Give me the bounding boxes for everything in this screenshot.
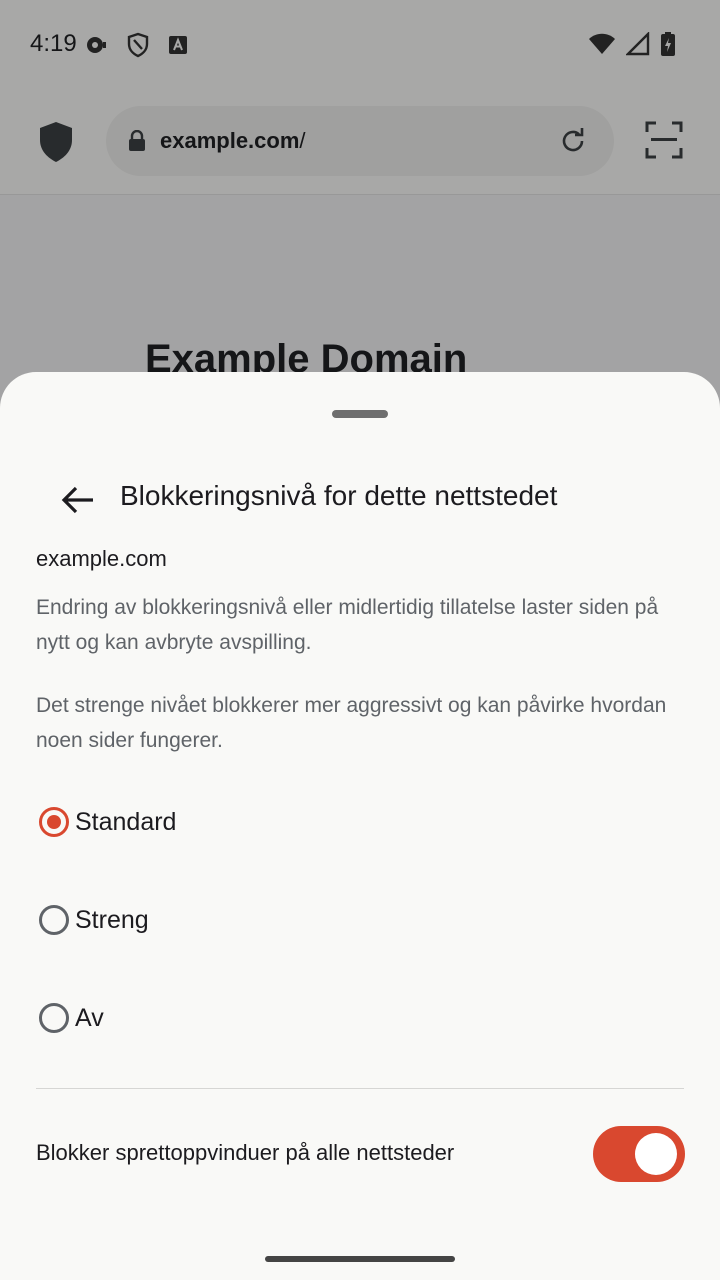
popup-block-toggle[interactable] [593,1126,685,1182]
radio-label-standard: Standard [75,807,177,836]
gesture-nav-bar[interactable] [265,1256,455,1262]
radio-button-checked[interactable] [39,807,69,837]
popup-block-label: Blokker sprettoppvinduer på alle nettste… [36,1140,455,1165]
divider [36,1088,684,1089]
back-button[interactable] [56,478,100,522]
drag-handle[interactable] [332,410,388,418]
radio-label-streng: Streng [75,905,149,934]
sheet-title: Blokkeringsnivå for dette nettstedet [120,480,558,511]
radio-option-streng[interactable]: Streng [36,890,676,950]
radio-option-standard[interactable]: Standard [36,792,676,852]
radio-button[interactable] [39,905,69,935]
site-name: example.com [36,546,167,571]
radio-option-av[interactable]: Av [36,988,676,1048]
description-strict-warning: Det strenge nivået blokkerer mer aggress… [36,694,667,752]
arrow-back-icon [61,486,93,514]
toggle-knob [635,1133,677,1175]
bottom-sheet: Blokkeringsnivå for dette nettstedet exa… [0,372,720,1280]
description-reload-warning: Endring av blokkeringsnivå eller midlert… [36,596,659,654]
radio-button[interactable] [39,1003,69,1033]
radio-label-av: Av [75,1003,104,1032]
